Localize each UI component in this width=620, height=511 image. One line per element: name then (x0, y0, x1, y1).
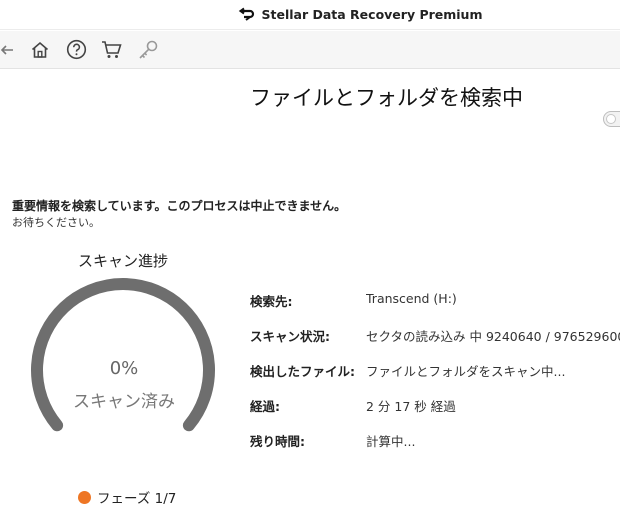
page-title: ファイルとフォルダを検索中 (250, 86, 523, 110)
info-label: スキャン状況: (250, 329, 330, 344)
info-row-scan-status: スキャン状況: セクタの読み込み 中 9240640 / 976529600 (250, 323, 620, 358)
info-row-remaining: 残り時間: 計算中... (250, 428, 620, 463)
progress-status: スキャン済み (73, 392, 175, 412)
home-icon (30, 40, 50, 60)
phase-dot-icon (78, 490, 91, 504)
toolbar (0, 31, 620, 69)
info-value: セクタの読み込み 中 9240640 / 976529600 (366, 329, 620, 344)
status-submessage: お待ちください。 (12, 216, 100, 229)
info-value: 計算中... (366, 434, 416, 449)
key-icon (137, 39, 159, 61)
phase-indicator: フェーズ 1/7 (78, 487, 176, 507)
progress-gauge: 0% スキャン済み (12, 270, 242, 465)
cart-button[interactable] (94, 31, 130, 69)
info-row-elapsed: 経過: 2 分 17 秒 経過 (250, 393, 620, 428)
info-label: 検索先: (250, 294, 293, 309)
info-value: ファイルとフォルダをスキャン中... (366, 364, 566, 379)
help-circle-icon (66, 39, 87, 60)
title-bar: Stellar Data Recovery Premium (0, 0, 620, 30)
info-row-found-files: 検出したファイル: ファイルとフォルダをスキャン中... (250, 358, 620, 393)
help-button[interactable] (58, 31, 94, 69)
info-label: 経過: (250, 399, 280, 414)
cart-icon (101, 40, 123, 60)
info-label: 検出したファイル: (250, 364, 355, 379)
back-arrow-icon (0, 43, 14, 57)
status-message: 重要情報を検索しています。このプロセスは中止できません。 (12, 199, 347, 213)
info-label: 残り時間: (250, 434, 305, 449)
info-value: 2 分 17 秒 経過 (366, 399, 456, 414)
app-title: Stellar Data Recovery Premium (261, 7, 483, 22)
phase-text: フェーズ 1/7 (97, 491, 177, 507)
key-button[interactable] (130, 31, 166, 69)
back-button[interactable] (0, 31, 22, 69)
progress-percent: 0% (109, 358, 139, 379)
progress-label: スキャン進捗 (77, 252, 168, 270)
title-bar-content: Stellar Data Recovery Premium (238, 6, 483, 24)
info-value: Transcend (H:) (366, 291, 457, 306)
view-toggle[interactable] (603, 111, 620, 127)
scan-info: 検索先: Transcend (H:) スキャン状況: セクタの読み込み 中 9… (250, 288, 620, 463)
home-button[interactable] (22, 31, 58, 69)
stellar-logo-icon (238, 6, 256, 24)
app-window: Stellar Data Recovery Premium ファイルとフォルダを… (0, 0, 620, 511)
toggle-knob (606, 114, 616, 124)
info-row-location: 検索先: Transcend (H:) (250, 288, 620, 323)
